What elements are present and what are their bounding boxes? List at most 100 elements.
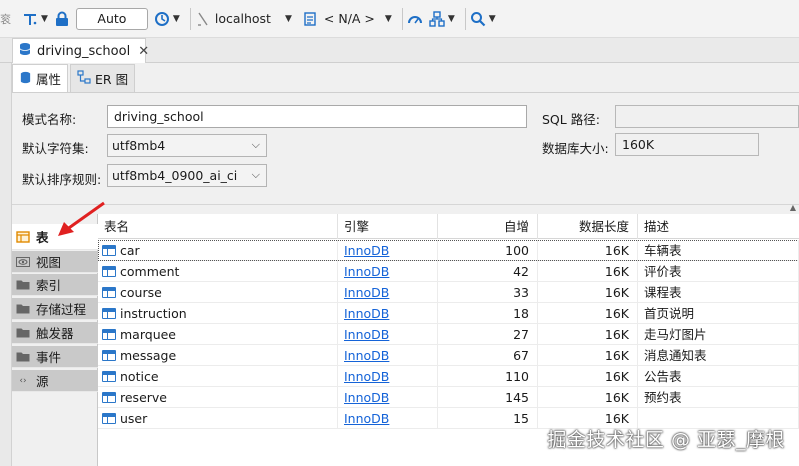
network-button[interactable]: ▼ (429, 7, 455, 31)
column-header-auto-increment[interactable]: 自增 (438, 214, 538, 239)
engine-link[interactable]: InnoDB (344, 390, 389, 405)
schema-name-field[interactable]: driving_school (107, 105, 527, 128)
collation-label: 默认排序规则: (22, 172, 102, 187)
tab-er-diagram[interactable]: ER 图 (70, 64, 136, 92)
engine-link[interactable]: InnoDB (344, 411, 389, 426)
cell-data-length: 16K (538, 303, 638, 324)
engine-link[interactable]: InnoDB (344, 285, 389, 300)
cell-auto-increment: 100 (438, 240, 538, 261)
table-icon (102, 392, 116, 403)
connection-selector[interactable]: localhost ▼ (195, 7, 292, 31)
collation-select[interactable]: utf8mb4_0900_ai_ci ⌵ (107, 164, 267, 187)
table-name-text: message (120, 348, 177, 363)
table-icon (16, 230, 30, 243)
toolbar-divider (401, 7, 403, 30)
collapse-icon[interactable]: ▲ (790, 203, 796, 212)
folder-icon (16, 279, 30, 291)
folder-icon (16, 327, 30, 339)
main-toolbar: 衮 ▼ Auto ▼ localhost ▼ < N/A > ▼ ▼ ▼ (0, 0, 799, 38)
transaction-mode-select[interactable]: Auto (75, 7, 148, 30)
table-row[interactable]: car InnoDB 100 16K 车辆表 (98, 240, 799, 261)
cell-description: 课程表 (638, 282, 799, 303)
text-format-button[interactable]: ▼ (22, 7, 48, 31)
charset-select[interactable]: utf8mb4 ⌵ (107, 134, 267, 157)
left-panel-edge (0, 38, 12, 466)
table-icon (102, 350, 116, 361)
tab-er-diagram-label: ER 图 (95, 72, 129, 87)
table-icon (102, 329, 116, 340)
engine-link[interactable]: InnoDB (344, 306, 389, 321)
object-tab-procedures[interactable]: 存储过程 (12, 298, 98, 320)
cell-data-length: 16K (538, 345, 638, 366)
cell-engine: InnoDB (338, 408, 438, 429)
object-tab-events[interactable]: 事件 (12, 346, 98, 368)
cell-engine: InnoDB (338, 261, 438, 282)
engine-link[interactable]: InnoDB (344, 243, 389, 258)
table-row[interactable]: reserve InnoDB 145 16K 预约表 (98, 387, 799, 408)
table-row[interactable]: instruction InnoDB 18 16K 首页说明 (98, 303, 799, 324)
table-icon (102, 287, 116, 298)
table-row[interactable]: marquee InnoDB 27 16K 走马灯图片 (98, 324, 799, 345)
cell-description: 预约表 (638, 387, 799, 408)
close-icon[interactable]: ✕ (138, 44, 149, 59)
cell-description: 车辆表 (638, 240, 799, 261)
table-row[interactable]: message InnoDB 67 16K 消息通知表 (98, 345, 799, 366)
column-header-data-length[interactable]: 数据长度 (538, 214, 638, 239)
collation-value: utf8mb4_0900_ai_ci (112, 168, 238, 183)
table-icon (102, 245, 116, 256)
toolbar-partial-text: 衮 (0, 12, 11, 26)
object-tab-indexes[interactable]: 索引 (12, 274, 98, 296)
tab-properties[interactable]: 属性 (12, 64, 69, 92)
table-row[interactable]: comment InnoDB 42 16K 评价表 (98, 261, 799, 282)
charset-value: utf8mb4 (112, 138, 166, 153)
cell-auto-increment: 27 (438, 324, 538, 345)
editor-tab-driving-school[interactable]: driving_school ✕ (12, 38, 149, 63)
cell-description: 公告表 (638, 366, 799, 387)
engine-link[interactable]: InnoDB (344, 369, 389, 384)
object-tab-views[interactable]: 视图 (12, 251, 98, 273)
schema-name-label: 模式名称: (22, 112, 77, 127)
cell-data-length: 16K (538, 240, 638, 261)
cell-auto-increment: 145 (438, 387, 538, 408)
cell-table-name: comment (98, 261, 338, 282)
properties-panel: 模式名称: driving_school 默认字符集: utf8mb4 ⌵ 默认… (12, 94, 799, 204)
column-header-engine[interactable]: 引擎 (338, 214, 438, 239)
cell-engine: InnoDB (338, 303, 438, 324)
gauge-icon (407, 11, 423, 27)
cell-data-length: 16K (538, 366, 638, 387)
lock-button[interactable] (54, 7, 70, 31)
schema-selector[interactable]: < N/A > ▼ (302, 7, 392, 31)
object-tab-triggers[interactable]: 触发器 (12, 322, 98, 344)
column-header-name[interactable]: 表名 (98, 214, 338, 239)
cell-table-name: course (98, 282, 338, 303)
object-tab-source[interactable]: ‹› 源 (12, 370, 98, 392)
table-row[interactable]: course InnoDB 33 16K 课程表 (98, 282, 799, 303)
db-size-field: 160K (615, 133, 759, 156)
cell-table-name: reserve (98, 387, 338, 408)
engine-link[interactable]: InnoDB (344, 264, 389, 279)
cell-auto-increment: 18 (438, 303, 538, 324)
table-row[interactable]: notice InnoDB 110 16K 公告表 (98, 366, 799, 387)
cell-table-name: marquee (98, 324, 338, 345)
engine-link[interactable]: InnoDB (344, 327, 389, 342)
search-button[interactable]: ▼ (470, 7, 496, 31)
dashboard-button[interactable] (407, 7, 423, 31)
table-name-text: comment (120, 264, 180, 279)
connection-icon (195, 11, 211, 27)
schema-icon (302, 11, 318, 27)
cell-engine: InnoDB (338, 282, 438, 303)
table-name-text: marquee (120, 327, 176, 342)
source-code-icon: ‹› (19, 375, 27, 386)
history-button[interactable]: ▼ (154, 7, 180, 31)
sql-path-label: SQL 路径: (542, 112, 600, 127)
toolbar-divider (189, 7, 191, 30)
chevron-down-icon: ▼ (447, 13, 455, 24)
search-icon (470, 11, 486, 27)
table-icon (102, 371, 116, 382)
chevron-down-icon: ⌵ (251, 168, 260, 181)
cell-engine: InnoDB (338, 240, 438, 261)
column-header-description[interactable]: 描述 (638, 214, 799, 239)
engine-link[interactable]: InnoDB (344, 348, 389, 363)
panel-splitter[interactable]: ▲ (12, 203, 799, 214)
tab-properties-label: 属性 (36, 72, 62, 87)
